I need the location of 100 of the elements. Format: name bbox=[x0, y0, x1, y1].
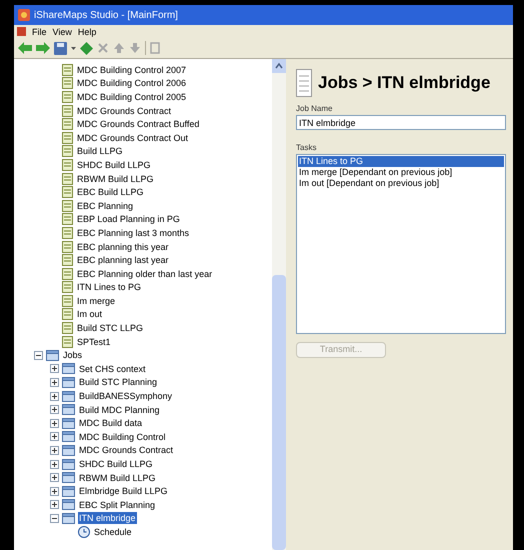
tree-item[interactable]: MDC Building Control 2007 bbox=[76, 64, 188, 76]
tree-item[interactable]: Im merge bbox=[76, 294, 116, 307]
job-icon bbox=[62, 486, 75, 497]
job-icon bbox=[62, 499, 75, 510]
document-icon bbox=[62, 240, 73, 253]
document-icon bbox=[62, 268, 73, 280]
tree-item[interactable]: EBC Planning bbox=[76, 200, 134, 212]
tree-item[interactable]: EBC planning last year bbox=[76, 254, 170, 266]
tree-item[interactable]: MDC Grounds Contract Out bbox=[76, 132, 190, 144]
tree-item[interactable]: RBWM Build LLPG bbox=[76, 172, 155, 185]
tree-item[interactable]: RBWM Build LLPG bbox=[78, 472, 157, 484]
tree-item[interactable]: EBP Load Planning in PG bbox=[76, 213, 181, 226]
tree-item[interactable]: SHDC Build LLPG bbox=[76, 158, 152, 171]
scrollbar[interactable] bbox=[272, 59, 286, 550]
tree-item[interactable]: ITN Lines to PG bbox=[76, 281, 142, 294]
document-icon bbox=[62, 200, 73, 212]
job-icon bbox=[62, 472, 75, 484]
scroll-up-icon[interactable] bbox=[272, 59, 286, 73]
scroll-thumb[interactable] bbox=[272, 275, 286, 550]
expand-icon[interactable] bbox=[50, 460, 59, 469]
tree-item[interactable]: Build STC LLPG bbox=[76, 322, 144, 334]
tree-item[interactable]: MDC Building Control bbox=[78, 430, 167, 443]
tree-item[interactable]: SHDC Build LLPG bbox=[78, 458, 154, 470]
document-icon bbox=[62, 336, 73, 348]
collapse-icon[interactable] bbox=[34, 350, 43, 360]
save-icon[interactable] bbox=[54, 42, 67, 54]
tree-item[interactable]: EBC Split Planning bbox=[78, 498, 156, 511]
job-icon bbox=[62, 512, 75, 524]
tree-item[interactable]: EBC planning this year bbox=[76, 240, 170, 253]
document-icon bbox=[62, 172, 73, 185]
document-icon bbox=[62, 132, 73, 144]
job-icon bbox=[62, 390, 75, 402]
field-label: Job Name bbox=[296, 103, 334, 115]
job-icon bbox=[62, 444, 75, 456]
expand-icon[interactable] bbox=[50, 392, 59, 401]
tree-item[interactable]: BuildBANESSymphony bbox=[78, 390, 174, 402]
tree-item[interactable]: Im out bbox=[76, 308, 104, 320]
expand-icon[interactable] bbox=[50, 378, 59, 387]
expand-icon[interactable] bbox=[50, 432, 59, 442]
document-icon bbox=[62, 104, 73, 117]
expand-icon[interactable] bbox=[50, 446, 59, 455]
tree-item[interactable]: EBC Planning older than last year bbox=[76, 268, 214, 280]
document-icon bbox=[62, 186, 73, 198]
back-icon[interactable] bbox=[18, 42, 32, 54]
expand-icon[interactable] bbox=[50, 473, 59, 482]
task-item[interactable]: Im out [Dependant on previous job] bbox=[298, 178, 504, 189]
document-icon bbox=[62, 308, 73, 320]
document-icon bbox=[62, 90, 73, 103]
document-icon bbox=[62, 77, 73, 90]
window-title: iShareMaps Studio - [MainForm] bbox=[34, 8, 178, 22]
document-icon bbox=[62, 158, 73, 171]
job-icon bbox=[46, 350, 59, 361]
tree-item[interactable]: MDC Building Control 2005 bbox=[76, 90, 188, 103]
job-icon bbox=[62, 458, 75, 470]
menu-item[interactable]: Help bbox=[78, 26, 96, 38]
list-icon bbox=[296, 69, 312, 97]
tree-item[interactable]: Build MDC Planning bbox=[78, 404, 161, 416]
tree-item[interactable]: MDC Building Control 2006 bbox=[76, 77, 188, 90]
app-icon bbox=[18, 9, 30, 21]
tree-item[interactable]: Build LLPG bbox=[76, 145, 124, 158]
task-item[interactable]: ITN Lines to PG bbox=[298, 156, 504, 167]
tree-item[interactable]: Elmbridge Build LLPG bbox=[78, 485, 169, 498]
expand-icon[interactable] bbox=[50, 486, 59, 496]
page-heading: Jobs > ITN elmbridge bbox=[318, 72, 490, 94]
document-icon bbox=[62, 64, 73, 76]
document-icon bbox=[62, 118, 73, 130]
menu-item[interactable]: View bbox=[52, 26, 72, 38]
tree-item[interactable]: EBC Planning last 3 months bbox=[76, 226, 190, 239]
document-icon bbox=[62, 294, 73, 307]
tree-item[interactable]: MDC Grounds Contract bbox=[78, 444, 174, 456]
document-icon bbox=[62, 322, 73, 334]
tree-item[interactable]: Schedule bbox=[93, 526, 133, 538]
forward-icon[interactable] bbox=[36, 42, 50, 54]
dropdown-icon[interactable] bbox=[71, 46, 76, 50]
add-icon[interactable] bbox=[80, 42, 93, 54]
job-icon bbox=[62, 363, 75, 374]
tree-item[interactable]: Build STC Planning bbox=[78, 376, 158, 388]
job-name-field[interactable]: ITN elmbridge bbox=[296, 115, 506, 130]
expand-icon[interactable] bbox=[50, 364, 59, 374]
job-icon bbox=[62, 376, 75, 388]
task-item[interactable]: Im merge [Dependant on previous job] bbox=[298, 167, 504, 178]
document-icon bbox=[62, 145, 73, 158]
document-icon bbox=[62, 226, 73, 239]
document-icon bbox=[62, 281, 73, 294]
job-icon bbox=[62, 404, 75, 416]
menu-item[interactable]: File bbox=[32, 26, 47, 38]
expand-icon[interactable] bbox=[50, 405, 59, 414]
expand-icon[interactable] bbox=[50, 418, 59, 428]
tree-item[interactable]: MDC Grounds Contract Buffed bbox=[76, 118, 200, 130]
collapse-icon[interactable] bbox=[50, 514, 59, 523]
tree-item[interactable]: SPTest1 bbox=[76, 336, 112, 348]
tree-item[interactable]: ITN elmbridge bbox=[78, 512, 137, 524]
clock-icon bbox=[78, 526, 90, 538]
tree-item[interactable]: EBC Build LLPG bbox=[76, 186, 145, 198]
expand-icon[interactable] bbox=[50, 500, 59, 510]
tree-item[interactable]: MDC Build data bbox=[78, 417, 144, 430]
tree-item[interactable]: Jobs bbox=[62, 349, 84, 362]
tree-item[interactable]: MDC Grounds Contract bbox=[76, 104, 172, 117]
tree-item[interactable]: Set CHS context bbox=[78, 362, 147, 375]
document-icon bbox=[62, 254, 73, 266]
